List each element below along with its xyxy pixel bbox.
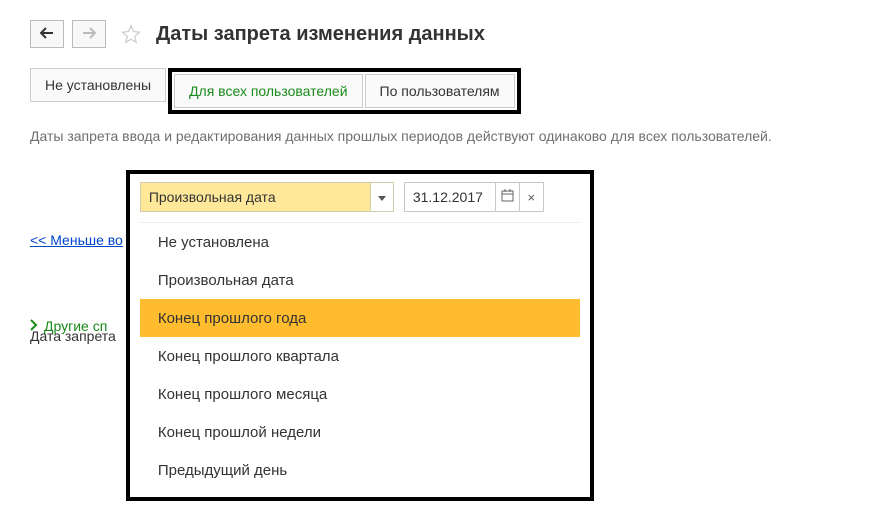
tab-by-users[interactable]: По пользователям [365, 74, 515, 108]
nav-back-button[interactable] [30, 20, 64, 48]
chevron-down-icon [378, 189, 386, 205]
arrow-right-icon [82, 26, 96, 42]
date-field-label: Дата запрета [30, 328, 120, 344]
dropdown-item[interactable]: Конец прошлого месяца [140, 375, 580, 413]
dropdown-item[interactable]: Конец прошлого года [140, 299, 580, 337]
highlight-frame-date: Произвольная дата 31.12.2017 × [126, 170, 594, 501]
date-value: 31.12.2017 [405, 183, 495, 211]
tab-all-users[interactable]: Для всех пользователей [174, 74, 362, 108]
calendar-button[interactable] [495, 183, 519, 211]
tab-not-set[interactable]: Не установлены [30, 68, 166, 102]
dropdown-item[interactable]: Предыдущий день [140, 451, 580, 489]
dropdown-item[interactable]: Конец прошлого квартала [140, 337, 580, 375]
favorite-star-icon[interactable] [120, 23, 142, 45]
calendar-icon [501, 189, 514, 205]
nav-forward-button[interactable] [72, 20, 106, 48]
arrow-left-icon [40, 26, 54, 42]
combo-dropdown-button[interactable] [371, 183, 393, 211]
date-mode-combo[interactable]: Произвольная дата [140, 182, 394, 212]
dropdown-item[interactable]: Произвольная дата [140, 261, 580, 299]
description-text: Даты запрета ввода и редактирования данн… [30, 128, 866, 144]
page-title: Даты запрета изменения данных [156, 23, 485, 46]
date-input-box[interactable]: 31.12.2017 × [404, 182, 544, 212]
close-icon: × [528, 190, 536, 205]
dropdown-item[interactable]: Конец прошлой недели [140, 413, 580, 451]
dropdown-item[interactable]: Не установлена [140, 223, 580, 261]
date-mode-value: Произвольная дата [141, 183, 371, 211]
clear-date-button[interactable]: × [519, 183, 543, 211]
date-mode-dropdown: Не установленаПроизвольная датаКонец про… [140, 222, 580, 489]
highlight-frame-tabs: Для всех пользователей По пользователям [168, 68, 520, 114]
